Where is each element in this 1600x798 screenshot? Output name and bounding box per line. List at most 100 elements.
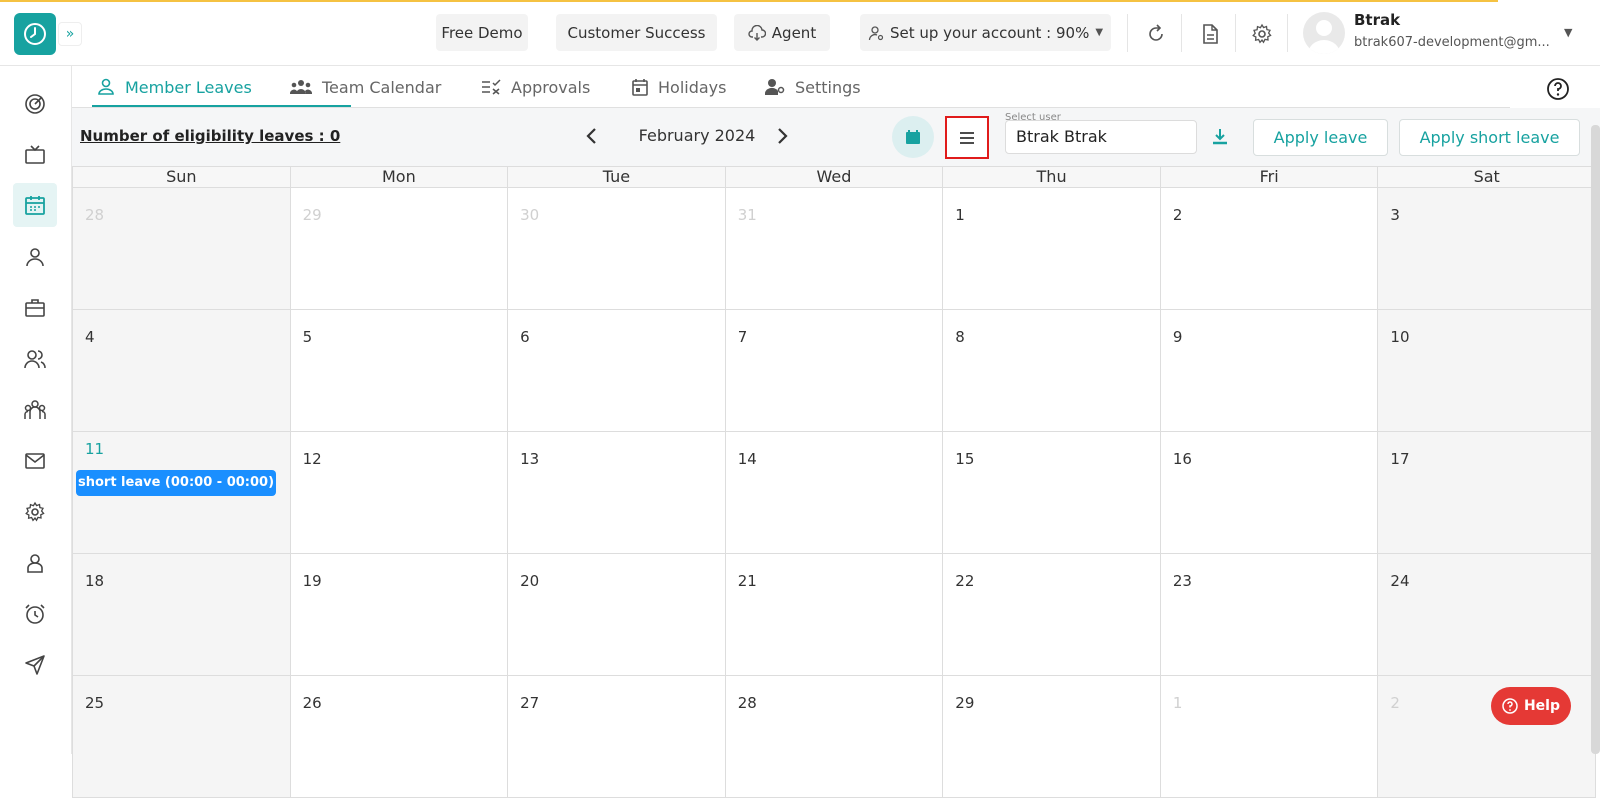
briefcase-icon bbox=[25, 299, 45, 317]
help-circle-icon bbox=[1502, 698, 1518, 714]
sidebar-item-dashboard[interactable] bbox=[13, 82, 57, 126]
gear-icon bbox=[25, 501, 45, 522]
tab-holidays[interactable]: Holidays bbox=[632, 66, 726, 108]
chevron-right-icon[interactable] bbox=[772, 126, 792, 146]
calendar-day-cell[interactable]: 28 bbox=[73, 188, 291, 310]
day-number: 10 bbox=[1390, 328, 1410, 346]
day-number: 20 bbox=[520, 572, 540, 590]
sidebar-item-users[interactable] bbox=[13, 337, 57, 381]
day-number: 28 bbox=[737, 694, 757, 712]
tab-label: Settings bbox=[795, 77, 861, 97]
select-user-input[interactable]: Btrak Btrak bbox=[1005, 120, 1197, 154]
chevron-down-icon: ▼ bbox=[1095, 27, 1104, 38]
sidebar-item-mail[interactable] bbox=[13, 439, 57, 483]
calendar-day-cell[interactable]: 16 bbox=[1160, 432, 1379, 554]
tab-member-leaves[interactable]: Member Leaves bbox=[97, 66, 252, 108]
calendar-day-cell[interactable]: 21 bbox=[725, 554, 944, 676]
leave-event[interactable]: short leave (00:00 - 00:00) bbox=[76, 470, 276, 496]
refresh-icon[interactable] bbox=[1144, 22, 1168, 46]
approvals-icon bbox=[482, 79, 501, 95]
calendar-day-cell[interactable]: 10 bbox=[1378, 310, 1596, 432]
sidebar-item-badge[interactable] bbox=[13, 541, 57, 585]
download-icon[interactable] bbox=[1210, 127, 1230, 147]
calendar-day-cell[interactable]: 17 bbox=[1378, 432, 1596, 554]
apply-leave-button[interactable]: Apply leave bbox=[1253, 119, 1388, 156]
day-number: 3 bbox=[1390, 206, 1400, 224]
apply-short-leave-button[interactable]: Apply short leave bbox=[1399, 119, 1580, 156]
app-logo[interactable] bbox=[14, 13, 56, 55]
expand-sidebar-icon[interactable]: » bbox=[58, 22, 82, 46]
calendar-day-cell[interactable]: 3 bbox=[1378, 188, 1596, 310]
gear-icon[interactable] bbox=[1250, 22, 1274, 46]
calendar-day-cell[interactable]: 31 bbox=[725, 188, 944, 310]
user-menu-chevron-icon[interactable]: ▼ bbox=[1564, 26, 1572, 39]
tab-settings[interactable]: Settings bbox=[765, 66, 861, 108]
calendar-day-cell[interactable]: 29 bbox=[290, 188, 509, 310]
calendar-day-cell[interactable]: 28 bbox=[725, 676, 944, 798]
tab-approvals[interactable]: Approvals bbox=[481, 66, 590, 108]
calendar-day-cell[interactable]: 4 bbox=[73, 310, 291, 432]
calendar-day-cell[interactable]: 12 bbox=[290, 432, 509, 554]
calendar-day-cell[interactable]: 11 short leave (00:00 - 00:00) bbox=[73, 432, 291, 554]
calendar-day-cell[interactable]: 1 bbox=[1160, 676, 1379, 798]
calendar-day-cell[interactable]: 24 bbox=[1378, 554, 1596, 676]
scrollbar[interactable] bbox=[1591, 125, 1600, 754]
calendar-day-cell[interactable]: 23 bbox=[1160, 554, 1379, 676]
help-button[interactable]: Help bbox=[1491, 687, 1571, 725]
calendar-day-cell[interactable]: 2 bbox=[1160, 188, 1379, 310]
calendar-day-cell[interactable]: 15 bbox=[943, 432, 1161, 554]
calendar-day-cell[interactable]: 6 bbox=[508, 310, 726, 432]
day-number: 16 bbox=[1172, 450, 1192, 468]
calendar-day-cell[interactable]: 14 bbox=[725, 432, 944, 554]
calendar-day-cell[interactable]: 7 bbox=[725, 310, 944, 432]
calendar-day-cell[interactable]: 25 bbox=[73, 676, 291, 798]
chevron-left-icon[interactable] bbox=[582, 126, 602, 146]
calendar-day-cell[interactable]: 29 bbox=[943, 676, 1161, 798]
list-view-button[interactable] bbox=[945, 116, 989, 159]
day-number: 21 bbox=[737, 572, 757, 590]
sidebar-item-settings[interactable] bbox=[13, 490, 57, 534]
sidebar-item-briefcase[interactable] bbox=[13, 286, 57, 330]
tab-team-calendar[interactable]: Team Calendar bbox=[290, 66, 441, 108]
user-icon bbox=[98, 78, 114, 95]
weekday-label: Tue bbox=[508, 167, 726, 188]
sidebar-item-profile[interactable] bbox=[13, 235, 57, 279]
weekday-label: Mon bbox=[290, 167, 509, 188]
calendar-day-cell[interactable]: 26 bbox=[290, 676, 509, 798]
calendar-day-cell[interactable]: 20 bbox=[508, 554, 726, 676]
document-icon[interactable] bbox=[1198, 22, 1222, 46]
menu-icon bbox=[960, 131, 974, 144]
calendar-day-cell[interactable]: 18 bbox=[73, 554, 291, 676]
free-demo-button[interactable]: Free Demo bbox=[436, 14, 528, 51]
user-email: btrak607-development@gm... bbox=[1354, 35, 1550, 50]
calendar-day-cell[interactable]: 27 bbox=[508, 676, 726, 798]
calendar-day-cell[interactable]: 9 bbox=[1160, 310, 1379, 432]
calendar-day-cell[interactable]: 13 bbox=[508, 432, 726, 554]
calendar-day-cell[interactable]: 30 bbox=[508, 188, 726, 310]
avatar[interactable] bbox=[1303, 12, 1345, 54]
day-number: 19 bbox=[302, 572, 322, 590]
setup-account-dropdown[interactable]: Set up your account : 90% ▼ bbox=[860, 14, 1111, 51]
agent-button[interactable]: Agent bbox=[734, 14, 830, 51]
active-tab-indicator bbox=[92, 105, 351, 107]
calendar-day-cell[interactable]: 19 bbox=[290, 554, 509, 676]
calendar-day-cell[interactable]: 5 bbox=[290, 310, 509, 432]
sidebar-item-team[interactable] bbox=[13, 388, 57, 432]
day-number: 6 bbox=[520, 328, 530, 346]
sidebar-item-alarm[interactable] bbox=[13, 592, 57, 636]
help-question-icon[interactable] bbox=[1546, 77, 1570, 101]
sidebar-item-leaves[interactable] bbox=[13, 183, 57, 227]
calendar-day-cell[interactable]: 22 bbox=[943, 554, 1161, 676]
day-number: 7 bbox=[737, 328, 748, 346]
calendar-day-cell[interactable]: 1 bbox=[943, 188, 1161, 310]
day-number: 4 bbox=[85, 328, 95, 346]
calendar-view-button[interactable] bbox=[892, 116, 934, 158]
setup-account-label: Set up your account : 90% bbox=[889, 23, 1090, 42]
customer-success-button[interactable]: Customer Success bbox=[556, 14, 717, 51]
sidebar-item-tv[interactable] bbox=[13, 133, 57, 177]
tab-label: Member Leaves bbox=[125, 77, 252, 97]
eligibility-leaves-link[interactable]: Number of eligibility leaves : 0 bbox=[80, 127, 340, 145]
sidebar-item-send[interactable] bbox=[13, 643, 57, 687]
day-number: 28 bbox=[85, 206, 105, 224]
calendar-day-cell[interactable]: 8 bbox=[943, 310, 1161, 432]
